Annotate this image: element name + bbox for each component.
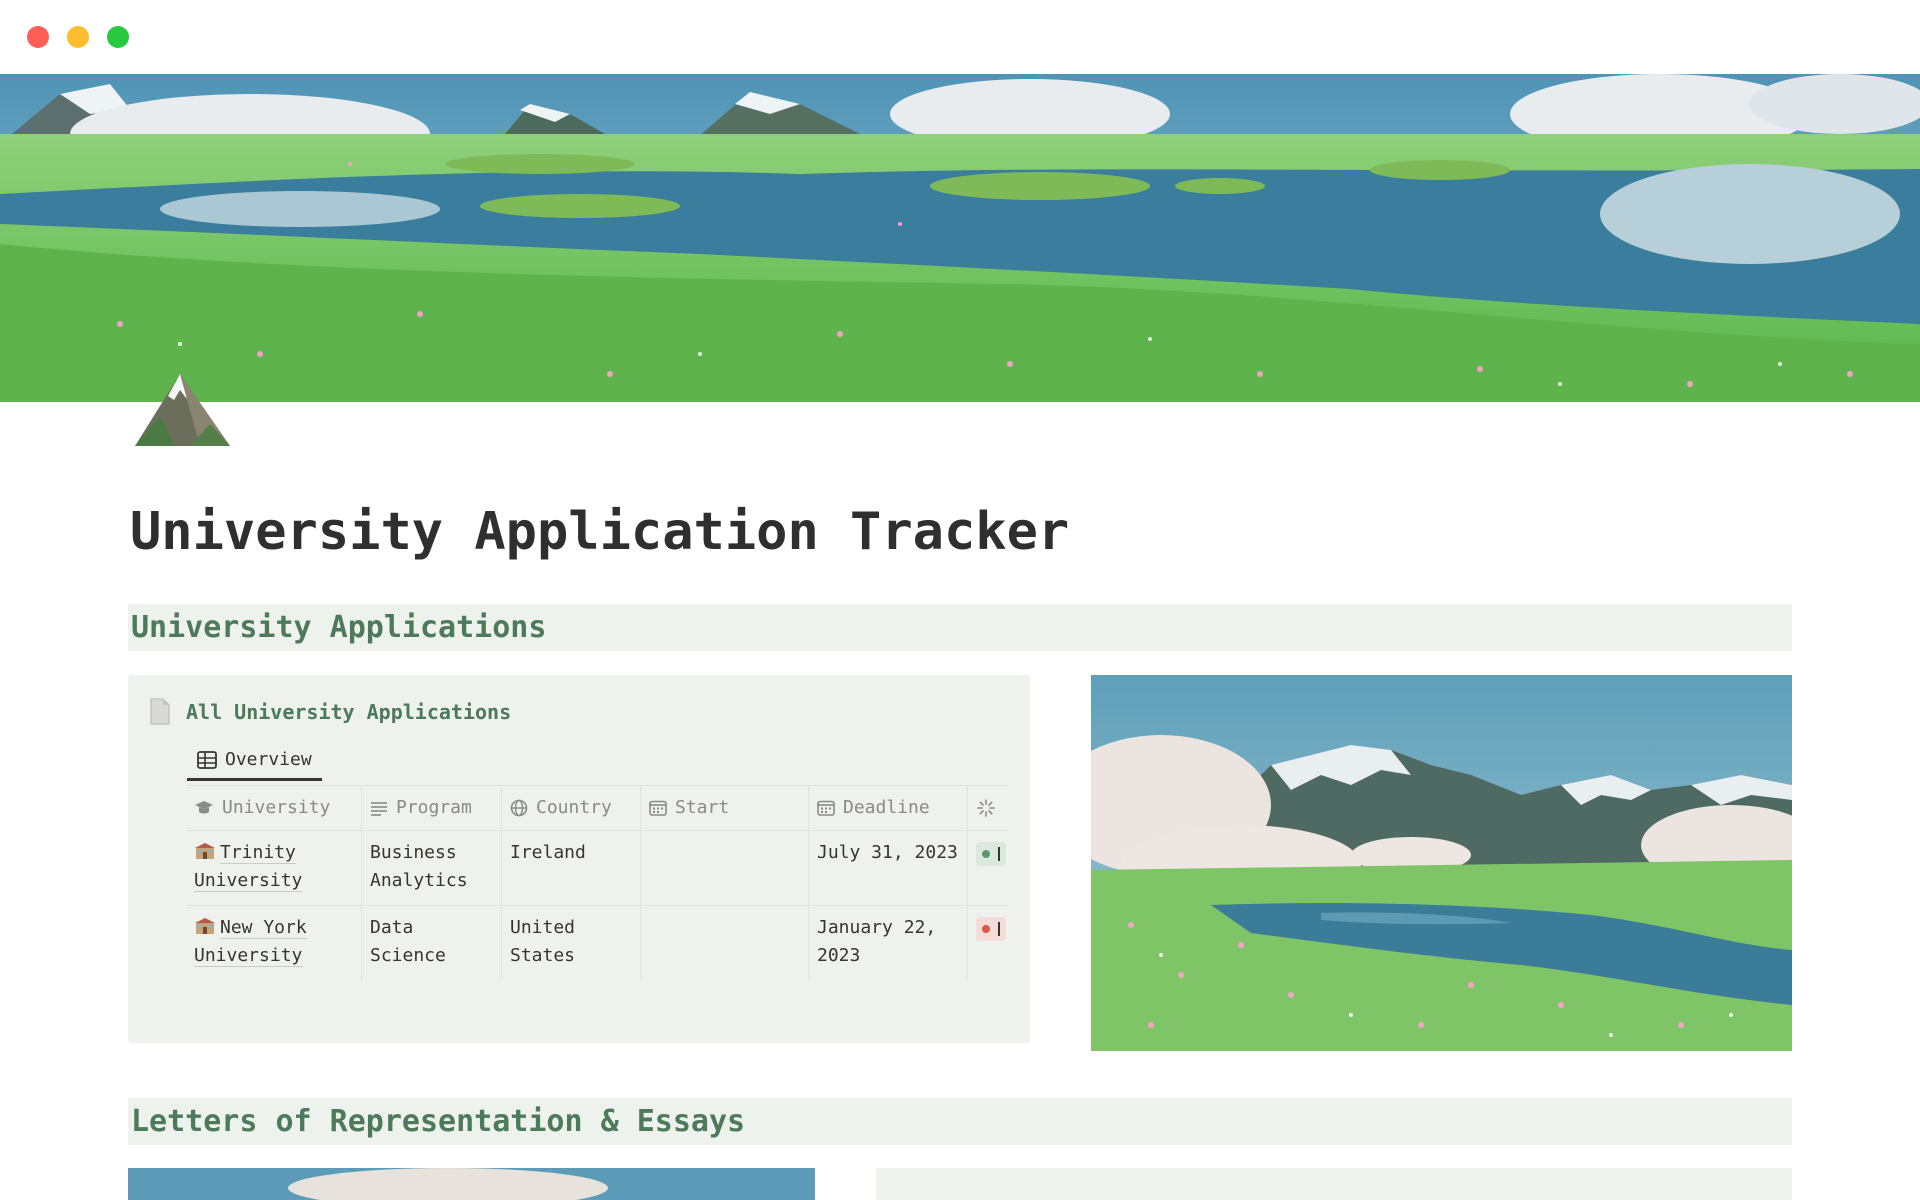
cell-status[interactable] [968,906,1008,980]
cell-university[interactable]: New York University [186,906,362,980]
cell-start[interactable] [641,831,809,905]
cell-program[interactable]: Business Analytics [362,831,502,905]
calendar-icon [649,800,667,816]
minimize-window-button[interactable] [67,26,89,48]
cell-deadline[interactable]: January 22, 2023 [809,906,968,980]
column-label-deadline: Deadline [843,797,930,818]
school-building-icon [195,843,215,859]
essays-database-card [876,1168,1792,1200]
status-dot [982,850,990,858]
status-dot [982,925,990,933]
column-label-country: Country [536,797,612,818]
tab-overview-label: Overview [225,749,312,770]
calendar-icon [817,800,835,816]
column-header-status[interactable] [968,786,1008,830]
status-loader-icon [977,799,995,817]
column-header-start[interactable]: Start [641,786,809,830]
column-header-university[interactable]: University [186,786,362,830]
section-header-letters-essays: Letters of Representation & Essays [128,1098,1792,1145]
text-lines-icon [371,802,387,816]
column-label-start: Start [675,797,730,818]
cell-country[interactable]: Ireland [502,831,641,905]
database-card: All University Applications Overview Uni… [128,675,1030,1043]
table-row[interactable]: New York University Data Science United … [186,905,1008,980]
maximize-window-button[interactable] [107,26,129,48]
column-header-program[interactable]: Program [362,786,502,830]
status-badge [976,842,1006,866]
landscape-image [1091,675,1792,1051]
table-row[interactable]: Trinity University Business Analytics Ir… [186,830,1008,905]
page-title: University Application Tracker [130,502,1070,562]
cell-university[interactable]: Trinity University [186,831,362,905]
globe-icon [510,799,528,817]
graduation-cap-icon [195,801,213,814]
essays-cover-image [128,1168,815,1200]
close-window-button[interactable] [27,26,49,48]
cell-status[interactable] [968,831,1008,905]
school-building-icon [195,918,215,934]
status-badge [976,917,1006,941]
page-cover-image[interactable] [0,74,1920,402]
cell-start[interactable] [641,906,809,980]
column-header-deadline[interactable]: Deadline [809,786,968,830]
table-header-row: University Program Country Start Deadlin… [186,785,1008,830]
column-label-program: Program [396,797,472,818]
document-icon [150,698,170,725]
tab-overview[interactable]: Overview [187,741,322,781]
cell-program[interactable]: Data Science [362,906,502,980]
table-icon [197,750,217,769]
column-label-university: University [222,797,331,818]
database-title[interactable]: All University Applications [186,700,511,724]
window-titlebar [0,0,1920,74]
cell-country[interactable]: United States [502,906,641,980]
section-header-university-applications: University Applications [128,604,1792,651]
database-title-row[interactable]: All University Applications [148,697,511,727]
column-header-country[interactable]: Country [502,786,641,830]
mountain-icon[interactable] [130,366,240,456]
cell-deadline[interactable]: July 31, 2023 [809,831,968,905]
applications-table: University Program Country Start Deadlin… [186,785,1008,980]
